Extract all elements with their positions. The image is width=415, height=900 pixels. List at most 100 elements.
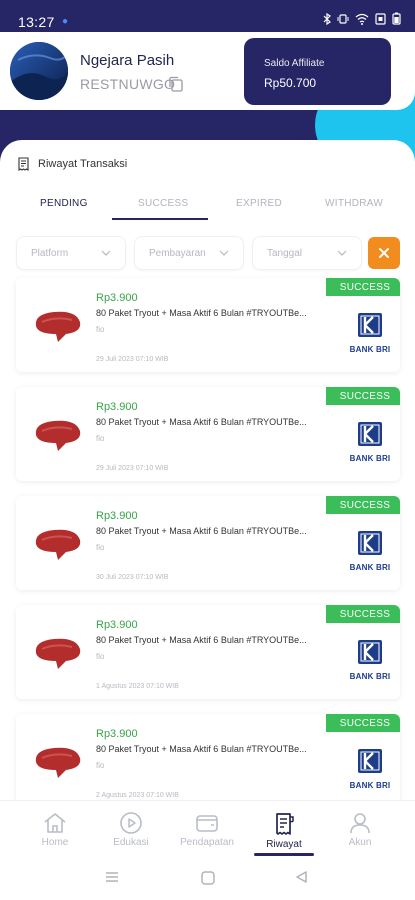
play-icon xyxy=(120,812,142,834)
status-time: 13:27 xyxy=(18,14,55,30)
status-badge: SUCCESS xyxy=(326,496,400,514)
back-icon[interactable] xyxy=(294,870,308,889)
bank-name: BANK BRI xyxy=(349,454,391,463)
transaction-date: 1 Agustus 2023 07:10 WIB xyxy=(96,683,179,690)
user-icon xyxy=(350,813,370,834)
nav-pendapatan-label: Pendapatan xyxy=(180,837,234,848)
transaction-card[interactable]: SUCCESS Rp3.900 80 Paket Tryout + Masa A… xyxy=(16,278,400,372)
transaction-title: 80 Paket Tryout + Masa Aktif 6 Bulan #TR… xyxy=(96,526,307,536)
battery-icon xyxy=(392,12,401,25)
bank-name: BANK BRI xyxy=(349,563,391,572)
receipt-icon xyxy=(276,813,294,835)
status-icons xyxy=(323,12,401,25)
active-nav-indicator xyxy=(254,853,314,856)
payment-filter-label: Pembayaran xyxy=(149,247,206,259)
bank-logo: BANK BRI xyxy=(342,530,398,572)
transaction-card[interactable]: SUCCESS Rp3.900 80 Paket Tryout + Masa A… xyxy=(16,387,400,481)
home-circle-icon[interactable] xyxy=(200,870,216,891)
status-badge: SUCCESS xyxy=(326,605,400,623)
transaction-amount: Rp3.900 xyxy=(96,510,138,522)
tab-success[interactable]: SUCCESS xyxy=(138,198,188,209)
platform-filter-label: Platform xyxy=(31,247,69,259)
transaction-title: 80 Paket Tryout + Masa Aktif 6 Bulan #TR… xyxy=(96,744,307,754)
transaction-user: fio xyxy=(96,434,105,443)
transaction-user: fio xyxy=(96,652,105,661)
payment-filter[interactable]: Pembayaran xyxy=(134,236,244,270)
transaction-card[interactable]: SUCCESS Rp3.900 80 Paket Tryout + Masa A… xyxy=(16,714,400,808)
bottom-navigation: Home Edukasi Pendapatan Riwayat Akun xyxy=(0,800,415,858)
transaction-user: fio xyxy=(96,543,105,552)
bank-bri-icon xyxy=(358,749,382,773)
transaction-card[interactable]: SUCCESS Rp3.900 80 Paket Tryout + Masa A… xyxy=(16,605,400,699)
transaction-title: 80 Paket Tryout + Masa Aktif 6 Bulan #TR… xyxy=(96,417,307,427)
section-title: Riwayat Transaksi xyxy=(16,156,127,172)
status-badge: SUCCESS xyxy=(326,278,400,296)
balance-label: Saldo Affiliate xyxy=(264,58,325,69)
nav-akun-label: Akun xyxy=(348,837,372,848)
nav-riwayat[interactable]: Riwayat xyxy=(249,811,319,850)
clear-filter-button[interactable] xyxy=(368,237,400,269)
bluetooth-icon xyxy=(323,12,331,25)
transaction-user: fio xyxy=(96,325,105,334)
nav-riwayat-label: Riwayat xyxy=(266,839,302,850)
affiliate-balance-card[interactable]: Saldo Affiliate Rp50.700 xyxy=(244,38,391,105)
transaction-amount: Rp3.900 xyxy=(96,292,138,304)
transaction-date: 29 Juli 2023 07:10 WIB xyxy=(96,465,169,472)
chevron-down-icon xyxy=(219,250,229,256)
nav-edukasi[interactable]: Edukasi xyxy=(96,811,166,848)
filter-bar: Platform Pembayaran Tanggal xyxy=(0,236,415,272)
avatar[interactable] xyxy=(10,42,68,100)
home-icon xyxy=(44,813,66,833)
platform-logo-icon xyxy=(35,311,81,342)
transaction-amount: Rp3.900 xyxy=(96,728,138,740)
receipt-list-icon xyxy=(18,157,29,172)
referral-code: RESTNUWGO xyxy=(80,76,176,92)
status-badge: SUCCESS xyxy=(326,387,400,405)
active-tab-indicator xyxy=(112,218,208,220)
wifi-icon xyxy=(355,13,369,25)
nav-home-label: Home xyxy=(41,837,69,848)
system-navigation-bar xyxy=(0,858,415,900)
tab-withdraw[interactable]: WITHDRAW xyxy=(325,198,383,209)
tab-expired[interactable]: EXPIRED xyxy=(236,198,282,209)
nav-home[interactable]: Home xyxy=(20,811,90,848)
bank-logo: BANK BRI xyxy=(342,312,398,354)
transaction-title: 80 Paket Tryout + Masa Aktif 6 Bulan #TR… xyxy=(96,635,307,645)
bank-logo: BANK BRI xyxy=(342,639,398,681)
bank-name: BANK BRI xyxy=(349,781,391,790)
transaction-title: 80 Paket Tryout + Masa Aktif 6 Bulan #TR… xyxy=(96,308,307,318)
nav-akun[interactable]: Akun xyxy=(325,811,395,848)
section-title-text: Riwayat Transaksi xyxy=(38,158,128,170)
bank-logo: BANK BRI xyxy=(342,421,398,463)
wallet-icon xyxy=(196,815,218,832)
vibrate-icon xyxy=(337,13,349,24)
transaction-card[interactable]: SUCCESS Rp3.900 80 Paket Tryout + Masa A… xyxy=(16,496,400,590)
date-filter-label: Tanggal xyxy=(267,247,303,259)
status-bar: 13:27 ● xyxy=(0,0,415,36)
platform-logo-icon xyxy=(35,420,81,451)
platform-filter[interactable]: Platform xyxy=(16,236,126,270)
date-filter[interactable]: Tanggal xyxy=(252,236,362,270)
sim-icon xyxy=(375,12,386,25)
chevron-down-icon xyxy=(337,250,347,256)
user-name: Ngejara Pasih xyxy=(80,52,175,69)
chevron-down-icon xyxy=(101,250,111,256)
close-icon xyxy=(379,248,389,258)
transaction-amount: Rp3.900 xyxy=(96,401,138,413)
nav-edukasi-label: Edukasi xyxy=(113,837,149,848)
tab-pending[interactable]: PENDING xyxy=(40,198,88,209)
transaction-date: 2 Agustus 2023 07:10 WIB xyxy=(96,792,179,799)
bank-bri-icon xyxy=(358,313,382,337)
transaction-amount: Rp3.900 xyxy=(96,619,138,631)
nav-pendapatan[interactable]: Pendapatan xyxy=(172,811,242,848)
status-badge: SUCCESS xyxy=(326,714,400,732)
balance-value: Rp50.700 xyxy=(264,76,317,90)
menu-icon[interactable] xyxy=(104,870,120,889)
transaction-date: 30 Juli 2023 07:10 WIB xyxy=(96,574,169,581)
notification-dot-icon: ● xyxy=(62,16,69,27)
bank-bri-icon xyxy=(358,531,382,555)
bank-bri-icon xyxy=(358,422,382,446)
platform-logo-icon xyxy=(35,747,81,778)
copy-icon[interactable] xyxy=(168,76,184,97)
transaction-date: 29 Juli 2023 07:10 WIB xyxy=(96,356,169,363)
